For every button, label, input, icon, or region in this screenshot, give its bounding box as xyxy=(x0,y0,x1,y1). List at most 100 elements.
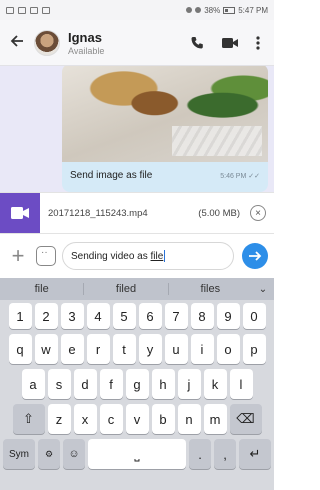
key[interactable]: k xyxy=(203,369,227,399)
video-icon[interactable] xyxy=(222,37,238,49)
key[interactable]: a xyxy=(21,369,45,399)
key[interactable]: 5 xyxy=(112,303,136,329)
enter-key[interactable]: ↵ xyxy=(239,439,271,469)
back-button[interactable] xyxy=(10,32,34,53)
settings-key[interactable]: ⚙ xyxy=(38,439,60,469)
contact-info[interactable]: Ignas Available xyxy=(68,30,190,56)
key[interactable]: m xyxy=(203,404,227,434)
video-thumbnail[interactable] xyxy=(0,193,40,233)
space-bar-icon: ⎵ xyxy=(134,446,140,461)
keyboard-row-numbers: 1 2 3 4 5 6 7 8 9 0 xyxy=(2,303,272,329)
key[interactable]: f xyxy=(99,369,123,399)
space-key[interactable]: ⎵ xyxy=(88,439,186,469)
key[interactable]: g xyxy=(125,369,149,399)
close-icon: × xyxy=(255,207,261,219)
period-key[interactable]: . xyxy=(189,439,211,469)
key[interactable]: d xyxy=(73,369,97,399)
message-text: Send image as file xyxy=(70,170,153,181)
backspace-key[interactable]: ⌫ xyxy=(229,404,262,434)
keyboard-row-1: q w e r t y u i o p xyxy=(2,334,272,364)
key[interactable]: b xyxy=(151,404,175,434)
notification-icon xyxy=(30,6,38,14)
emoji-icon: ☺ xyxy=(68,448,80,460)
battery-icon xyxy=(223,6,236,14)
key[interactable]: 8 xyxy=(190,303,214,329)
key[interactable]: 7 xyxy=(164,303,188,329)
add-button[interactable]: + xyxy=(6,243,30,269)
key[interactable]: o xyxy=(216,334,240,364)
key[interactable]: v xyxy=(125,404,149,434)
wifi-icon xyxy=(186,7,193,13)
keyboard-row-2: a s d f g h j k l xyxy=(2,369,272,399)
attachment-filename: 20171218_115243.mp4 xyxy=(48,207,148,219)
suggestion-item[interactable]: filed xyxy=(84,283,167,295)
key[interactable]: x xyxy=(73,404,97,434)
plus-icon: + xyxy=(11,243,25,268)
message-composer: + Sending video as file xyxy=(0,234,274,278)
send-button[interactable] xyxy=(242,243,268,269)
message-input-text: Sending video as xyxy=(71,250,151,262)
suggestion-item[interactable]: file xyxy=(0,283,83,295)
chevron-down-icon[interactable]: ⌄ xyxy=(252,284,274,295)
key[interactable]: u xyxy=(164,334,188,364)
emoji-key[interactable]: ☺ xyxy=(63,439,85,469)
message-bubble[interactable]: Send image as file 5:46 PM ✓✓ xyxy=(62,66,268,192)
key[interactable]: 2 xyxy=(34,303,58,329)
backspace-icon: ⌫ xyxy=(236,411,255,426)
symbols-key[interactable]: Sym xyxy=(3,439,35,469)
remove-attachment-button[interactable]: × xyxy=(250,205,266,221)
enter-arrow-icon: ↵ xyxy=(249,446,261,461)
key[interactable]: l xyxy=(229,369,253,399)
key[interactable]: z xyxy=(47,404,71,434)
contact-status: Available xyxy=(68,45,105,56)
text-caret xyxy=(164,250,166,262)
signal-icon xyxy=(195,7,202,13)
chat-area[interactable]: Send image as file 5:46 PM ✓✓ xyxy=(0,66,274,192)
key[interactable]: j xyxy=(177,369,201,399)
key[interactable]: y xyxy=(138,334,162,364)
shift-key[interactable]: ⇧ xyxy=(12,404,45,434)
key[interactable]: n xyxy=(177,404,201,434)
status-time: 5:47 PM xyxy=(238,5,268,15)
keyboard: 1 2 3 4 5 6 7 8 9 0 q w e r t y u i o p … xyxy=(0,300,274,490)
message-image[interactable] xyxy=(62,66,268,162)
key[interactable]: w xyxy=(34,334,58,364)
key[interactable]: c xyxy=(99,404,123,434)
key[interactable]: i xyxy=(190,334,214,364)
key[interactable]: r xyxy=(86,334,110,364)
key[interactable]: 6 xyxy=(138,303,162,329)
message-input[interactable]: Sending video as file xyxy=(62,242,234,270)
key[interactable]: h xyxy=(151,369,175,399)
notification-icon xyxy=(18,6,26,14)
chat-header: Ignas Available xyxy=(0,20,274,66)
comma-key[interactable]: , xyxy=(214,439,236,469)
notification-icon xyxy=(6,6,14,14)
battery-percent: 38% xyxy=(204,5,221,15)
notification-icon xyxy=(42,6,50,14)
key[interactable]: s xyxy=(47,369,71,399)
key[interactable]: 1 xyxy=(8,303,32,329)
suggestion-item[interactable]: files xyxy=(169,283,252,295)
avatar[interactable] xyxy=(34,29,60,56)
send-arrow-icon xyxy=(249,251,262,261)
video-camera-icon xyxy=(11,207,29,219)
key[interactable]: q xyxy=(8,334,32,364)
message-input-current-word: file xyxy=(150,250,164,262)
phone-icon[interactable] xyxy=(190,36,204,50)
more-vert-icon[interactable] xyxy=(256,35,260,50)
arrow-left-icon xyxy=(10,35,23,47)
key[interactable]: 0 xyxy=(242,303,266,329)
key[interactable]: t xyxy=(112,334,136,364)
key[interactable]: e xyxy=(60,334,84,364)
key[interactable]: 4 xyxy=(86,303,110,329)
word-suggestions: file filed files ⌄ xyxy=(0,278,274,300)
shift-arrow-icon: ⇧ xyxy=(23,411,34,426)
key[interactable]: p xyxy=(242,334,266,364)
status-bar: 38% 5:47 PM xyxy=(0,0,274,20)
key[interactable]: 9 xyxy=(216,303,240,329)
attachment-preview: 20171218_115243.mp4 (5.00 MB) × xyxy=(0,192,274,234)
attachment-size: (5.00 MB) xyxy=(198,207,240,219)
key[interactable]: 3 xyxy=(60,303,84,329)
contact-name: Ignas xyxy=(68,29,102,45)
sticker-button[interactable] xyxy=(36,246,56,266)
